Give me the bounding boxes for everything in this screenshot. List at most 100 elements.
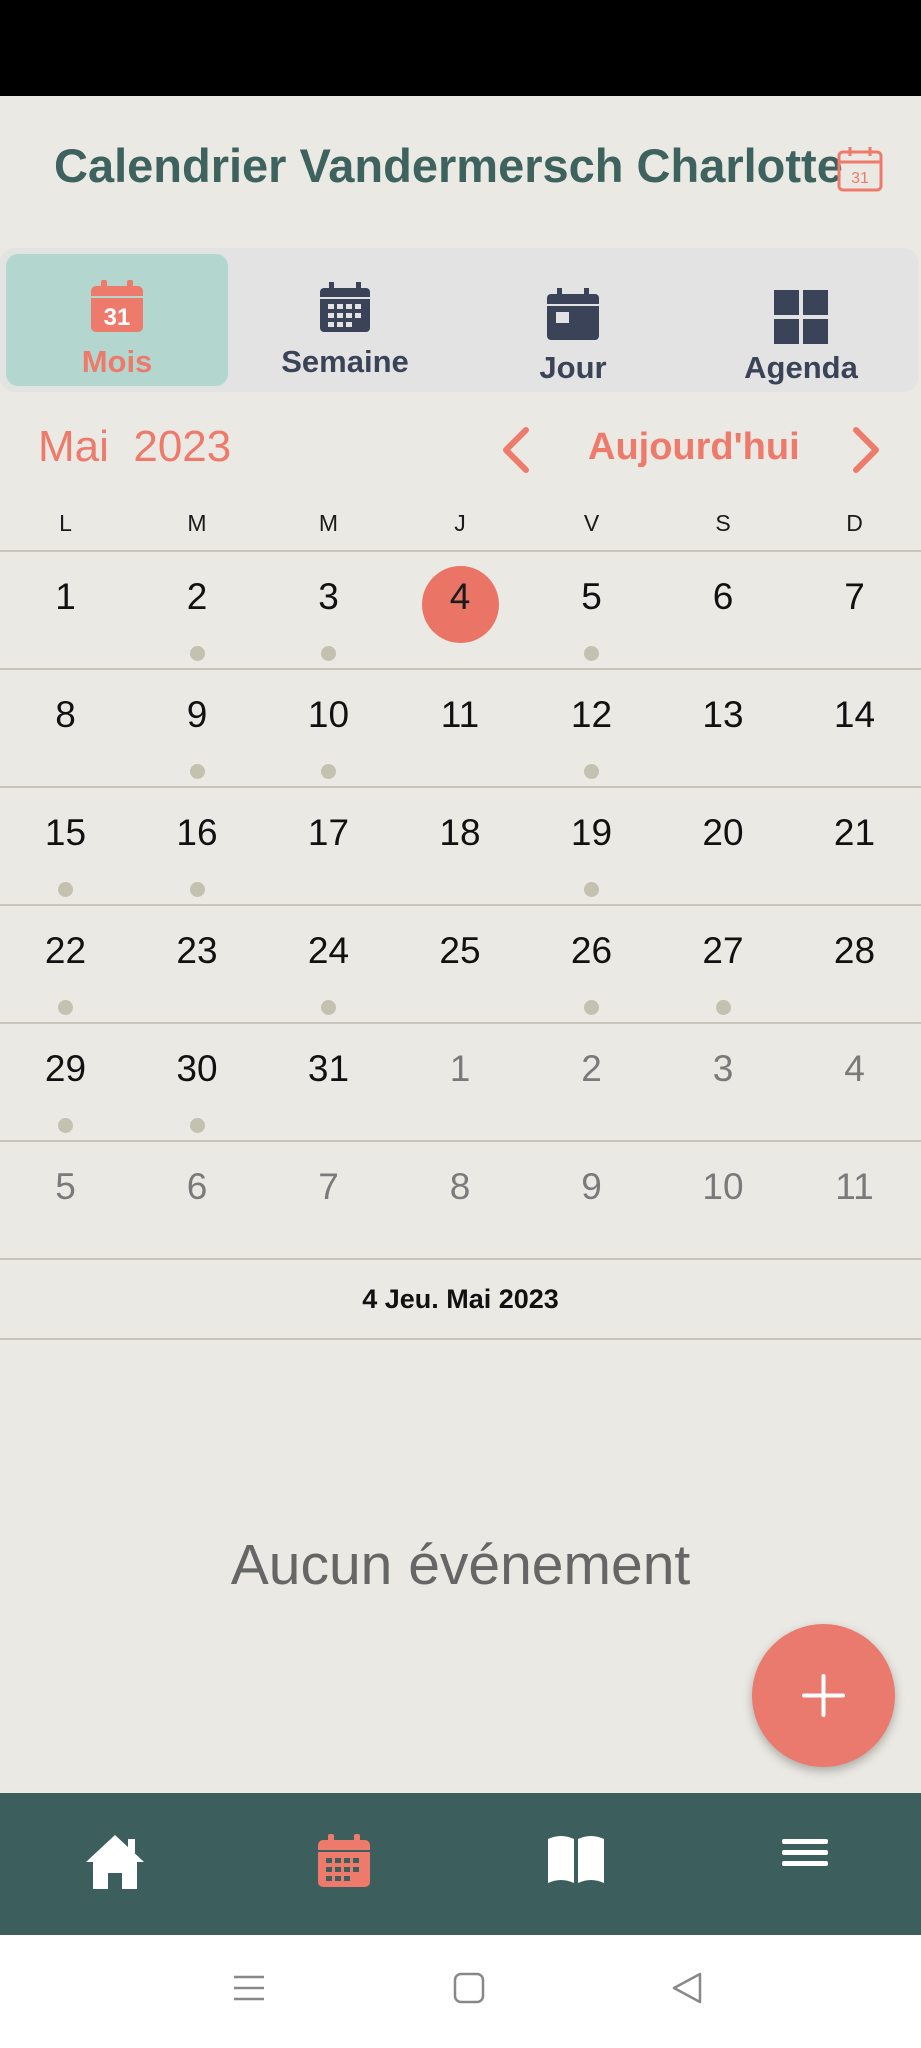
day-number: 11 [835,1166,874,1207]
day-cell[interactable]: 9 [526,1142,657,1258]
day-cell[interactable]: 10 [658,1142,789,1258]
day-cell[interactable]: 6 [658,552,789,668]
day-cell[interactable]: 2 [526,1024,657,1140]
nav-calendar[interactable] [316,1833,378,1895]
day-cell[interactable]: 15 [0,788,131,904]
day-number: 2 [581,1048,602,1089]
day-cell[interactable]: 27 [658,906,789,1022]
day-number: 18 [439,812,481,853]
day-cell[interactable]: 7 [263,1142,394,1258]
day-cell[interactable]: 8 [395,1142,526,1258]
chevron-right-icon[interactable] [846,424,886,476]
day-cell-today[interactable]: 4 [395,552,526,668]
day-number: 15 [44,812,87,853]
calendar-day-icon [547,288,599,340]
chevron-left-icon[interactable] [496,424,536,476]
empty-state-message: Aucun événement [230,1533,691,1597]
day-cell[interactable]: 6 [132,1142,263,1258]
day-cell[interactable]: 1 [395,1024,526,1140]
day-cell[interactable]: 2 [132,552,263,668]
day-number: 14 [833,694,876,735]
day-cell[interactable]: 11 [789,1142,920,1258]
day-cell[interactable]: 29 [0,1024,131,1140]
day-cell[interactable]: 5 [526,552,657,668]
day-cell[interactable]: 25 [395,906,526,1022]
weekday-label: L [59,510,72,536]
calendar-icon[interactable]: 31 [836,145,884,193]
tab-label: Jour [539,350,607,385]
bottom-nav [0,1793,921,1935]
day-number: 10 [307,694,350,735]
event-dot [58,1000,73,1015]
day-number: 29 [44,1048,87,1089]
day-cell[interactable]: 4 [789,1024,920,1140]
day-number: 8 [449,1166,471,1207]
day-cell[interactable]: 24 [263,906,394,1022]
day-cell[interactable]: 12 [526,670,657,786]
event-dot [189,764,205,779]
day-cell[interactable]: 1 [0,552,131,668]
day-cell[interactable]: 7 [789,552,920,668]
tab-semaine[interactable]: Semaine [234,254,456,386]
day-number: 28 [833,930,876,971]
weekday-label: J [454,510,466,536]
weekday-label: M [318,510,339,536]
tab-mois[interactable]: 31 Mois [6,254,228,386]
tab-jour[interactable]: Jour [462,254,684,386]
nav-home[interactable] [84,1833,146,1895]
day-number: 12 [570,694,613,735]
event-dot [321,646,336,661]
weekday-header: LMMJVSD [0,510,921,550]
day-cell[interactable]: 9 [132,670,263,786]
back-icon[interactable] [670,1971,704,2005]
day-number: 6 [186,1166,208,1207]
day-cell[interactable]: 5 [0,1142,131,1258]
event-dot [584,764,599,779]
event-dot [189,1118,205,1133]
day-cell[interactable]: 16 [132,788,263,904]
day-number: 24 [307,930,350,971]
day-cell[interactable]: 14 [789,670,920,786]
event-dot [189,882,205,897]
day-cell[interactable]: 13 [658,670,789,786]
day-number: 17 [307,812,350,853]
day-cell[interactable]: 18 [395,788,526,904]
day-number: 26 [570,930,613,971]
day-number: 4 [844,1048,865,1089]
day-number: 10 [702,1166,744,1207]
today-button[interactable]: Aujourd'hui [588,426,800,469]
event-dot [58,1118,73,1133]
day-cell[interactable]: 22 [0,906,131,1022]
day-cell[interactable]: 30 [132,1024,263,1140]
day-number: 22 [44,930,87,971]
day-cell[interactable]: 19 [526,788,657,904]
add-event-button[interactable] [752,1624,895,1767]
tab-agenda[interactable]: Agenda [690,254,912,386]
day-cell[interactable]: 8 [0,670,131,786]
day-cell[interactable]: 21 [789,788,920,904]
day-number: 30 [176,1048,218,1089]
event-dot [321,1000,336,1015]
day-cell[interactable]: 3 [658,1024,789,1140]
day-number: 19 [570,812,613,853]
day-cell[interactable]: 26 [526,906,657,1022]
day-cell[interactable]: 10 [263,670,394,786]
day-cell[interactable]: 23 [132,906,263,1022]
day-cell[interactable]: 28 [789,906,920,1022]
day-cell[interactable]: 11 [395,670,526,786]
nav-book[interactable] [545,1833,607,1895]
day-number: 3 [318,576,339,617]
recent-apps-icon[interactable] [232,1971,266,2005]
nav-menu[interactable] [780,1833,842,1895]
tab-label: Agenda [744,350,858,385]
day-cell[interactable]: 17 [263,788,394,904]
weekday-label: D [846,510,863,536]
day-number: 9 [581,1166,602,1207]
home-square-icon[interactable] [452,1971,486,2005]
day-cell[interactable]: 3 [263,552,394,668]
day-cell[interactable]: 20 [658,788,789,904]
page-title: Calendrier Vandermersch Charlotte [54,139,843,192]
day-cell[interactable]: 31 [263,1024,394,1140]
svg-text:31: 31 [104,304,131,331]
day-number: 16 [176,812,218,853]
